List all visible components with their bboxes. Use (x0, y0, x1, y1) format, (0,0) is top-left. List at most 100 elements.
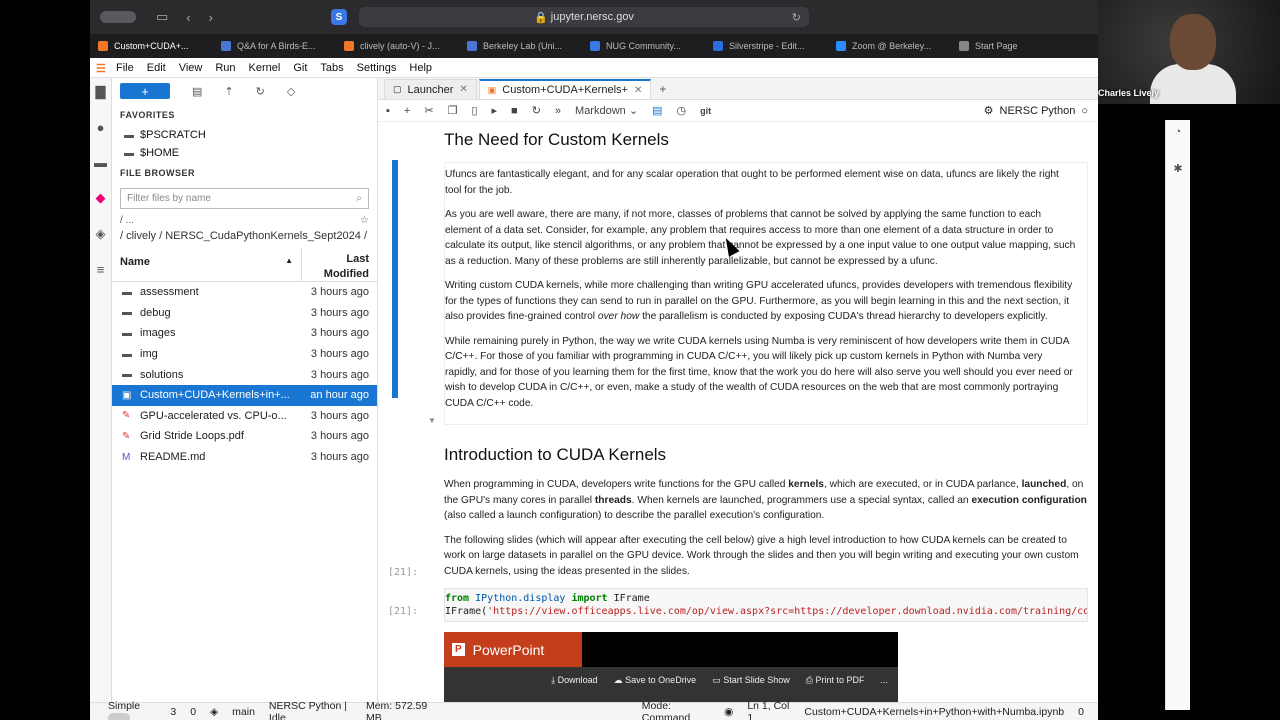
forward-icon[interactable]: › (209, 10, 213, 25)
toc-icon[interactable]: ≡ (97, 262, 105, 277)
collapse-caret-icon[interactable]: ▼ (428, 416, 436, 425)
ppt-onedrive-button[interactable]: ☁ Save to OneDrive (614, 675, 697, 686)
git-label[interactable]: git (700, 106, 711, 116)
stop-icon[interactable]: ■ (511, 105, 518, 117)
browser-tab[interactable]: clively (auto-V) - J... (336, 41, 459, 51)
breadcrumb-root[interactable]: / ... ☆ (112, 213, 377, 228)
gear-icon: ⚙ (983, 105, 994, 117)
commands-icon[interactable]: ▬ (94, 155, 107, 170)
menu-kernel[interactable]: Kernel (249, 62, 281, 74)
close-icon[interactable]: ✕ (459, 84, 467, 95)
git-clone-icon[interactable]: ◇ (287, 85, 295, 98)
simple-mode-toggle[interactable]: Simple (108, 700, 156, 720)
menu-run[interactable]: Run (215, 62, 235, 74)
folder-icon[interactable]: ▇ (96, 84, 106, 100)
browser-tab[interactable]: NUG Community... (582, 41, 705, 51)
menu-file[interactable]: File (116, 62, 134, 74)
cell-type-select[interactable]: Markdown ⌄ (575, 104, 638, 117)
menu-tabs[interactable]: Tabs (320, 62, 343, 74)
refresh-icon[interactable]: ↻ (256, 85, 265, 98)
code-cell[interactable]: from IPython.display import IFrame IFram… (444, 588, 1088, 622)
browser-tab[interactable]: Berkeley Lab (Uni... (459, 41, 582, 51)
code-line-1: from IPython.display import IFrame (445, 592, 1087, 605)
menu-settings[interactable]: Settings (357, 62, 397, 74)
file-row[interactable]: ▬ assessment 3 hours ago (112, 282, 377, 303)
browser-tab[interactable]: Custom+CUDA+... (90, 41, 213, 51)
menu-help[interactable]: Help (409, 62, 432, 74)
save-icon[interactable]: ▪ (386, 105, 390, 117)
address-bar[interactable]: 🔒 jupyter.nersc.gov ↻ (358, 7, 809, 27)
new-folder-icon[interactable]: ▤ (192, 85, 202, 98)
kernel-indicator[interactable]: ⚙ NERSC Python ○ (983, 104, 1088, 118)
git-branch[interactable]: main (232, 706, 255, 718)
paragraph-4: While remaining purely in Python, the wa… (445, 335, 1073, 409)
extension-icon[interactable]: S (330, 9, 347, 25)
favicon-icon (959, 41, 969, 51)
favorite-item[interactable]: ▬ $HOME (112, 144, 377, 162)
copy-icon[interactable]: ❐ (448, 104, 458, 117)
debugger-icon[interactable]: ✱ (1173, 162, 1182, 175)
browser-tab[interactable]: Start Page (951, 41, 1074, 51)
file-row[interactable]: ▬ images 3 hours ago (112, 323, 377, 344)
favorites-heading: FAVORITES (120, 110, 175, 120)
restart-icon[interactable]: ↻ (532, 104, 541, 117)
terminals-count[interactable]: 3 (170, 706, 176, 718)
reload-icon[interactable]: ↻ (792, 11, 801, 24)
extension-icon[interactable]: ◆ (96, 190, 106, 206)
file-row[interactable]: ✎ GPU-accelerated vs. CPU-o... 3 hours ago (112, 406, 377, 427)
insert-cell-icon[interactable]: + (404, 105, 410, 117)
browser-tab[interactable]: Zoom @ Berkeley... (828, 41, 951, 51)
kernels-count[interactable]: 0 (190, 706, 196, 718)
kernel-name: NERSC Python (999, 104, 1076, 117)
new-launcher-button[interactable]: + (120, 83, 170, 99)
running-icon[interactable]: ● (97, 120, 105, 135)
cursor-position[interactable]: Ln 1, Col 1 (747, 700, 790, 720)
ppt-download-button[interactable]: ⤓ Download (551, 675, 598, 686)
ppt-header: P PowerPoint (444, 632, 898, 667)
ppt-print-button[interactable]: ⎙ Print to PDF (806, 675, 865, 686)
file-row[interactable]: M README.md 3 hours ago (112, 447, 377, 468)
paragraph-3: Writing custom CUDA kernels, while more … (445, 278, 1077, 325)
fast-forward-icon[interactable]: » (555, 105, 561, 117)
property-inspector-icon[interactable]: ◔ (1175, 126, 1182, 138)
file-row[interactable]: ▣ Custom+CUDA+Kernels+in+... an hour ago (112, 384, 377, 406)
markdown-cell[interactable]: Ufuncs are fantastically elegant, and fo… (444, 162, 1088, 425)
browser-tab[interactable]: Silverstripe - Edit... (705, 41, 828, 51)
close-icon[interactable]: ✕ (634, 85, 642, 96)
window-controls[interactable] (100, 11, 136, 23)
sidebar-toggle-icon[interactable]: ▭ (156, 9, 168, 25)
file-modified: an hour ago (310, 389, 369, 402)
modified-column-header[interactable]: Last Modified (301, 248, 377, 281)
star-icon[interactable]: ☆ (360, 215, 369, 226)
menu-view[interactable]: View (179, 62, 203, 74)
history-icon[interactable]: ◷ (676, 104, 686, 117)
browser-tab[interactable]: Q&A for A Birds-E... (213, 41, 336, 51)
sort-asc-icon: ▲ (285, 256, 293, 265)
tab-notebook[interactable]: ▣ Custom+CUDA+Kernels+ ✕ (478, 79, 652, 99)
filter-input[interactable]: Filter files by name ⌕ (120, 188, 369, 209)
notification-count[interactable]: 0 (1078, 706, 1084, 718)
cut-icon[interactable]: ✂ (424, 104, 433, 117)
paste-icon[interactable]: ▯ (471, 104, 477, 117)
tab-launcher[interactable]: ▢ Launcher ✕ (384, 79, 477, 99)
powerpoint-iframe[interactable]: P PowerPoint ⤓ Download ☁ Save to OneDriv… (444, 632, 898, 702)
file-row[interactable]: ✎ Grid Stride Loops.pdf 3 hours ago (112, 426, 377, 447)
git-icon[interactable]: ◈ (96, 226, 106, 242)
tensorboard-icon[interactable]: ▤ (652, 104, 662, 117)
breadcrumb-path[interactable]: / clively / NERSC_CudaPythonKernels_Sept… (112, 228, 377, 244)
favorite-item[interactable]: ▬ $PSCRATCH (112, 126, 377, 144)
file-row[interactable]: ▬ solutions 3 hours ago (112, 364, 377, 385)
back-icon[interactable]: ‹ (186, 10, 190, 25)
menu-edit[interactable]: Edit (147, 62, 166, 74)
run-icon[interactable]: ▸ (492, 104, 498, 117)
file-row[interactable]: ▬ debug 3 hours ago (112, 303, 377, 324)
ppt-more-button[interactable]: ... (880, 675, 888, 685)
ppt-slideshow-button[interactable]: ▭ Start Slide Show (712, 675, 790, 686)
new-tab-button[interactable]: + (653, 82, 672, 99)
name-column-header[interactable]: Name ▲ (112, 248, 301, 281)
kernel-status[interactable]: NERSC Python | Idle (269, 700, 352, 720)
menu-git[interactable]: Git (293, 62, 307, 74)
browser-toolbar: ▭ ‹ › S 🔒 jupyter.nersc.gov ↻ (90, 0, 1098, 34)
file-row[interactable]: ▬ img 3 hours ago (112, 344, 377, 365)
upload-icon[interactable]: ⇡ (224, 85, 233, 98)
